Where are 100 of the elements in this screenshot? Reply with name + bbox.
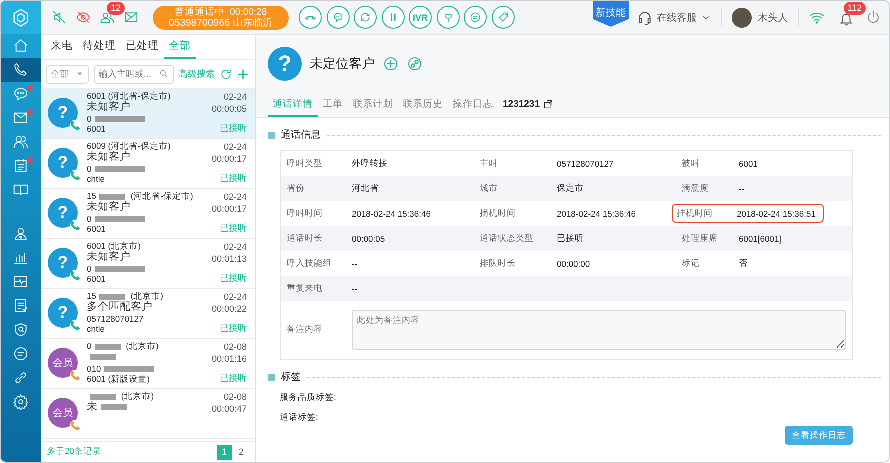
settings-icon xyxy=(13,394,29,410)
call-duration: 00:01:16 xyxy=(212,353,247,365)
field-value: 6001 xyxy=(739,158,759,168)
field-value: -- xyxy=(352,258,359,268)
call-date: 02-24 xyxy=(224,191,247,203)
call-status: 已接听 xyxy=(220,222,247,234)
clipboard-icon xyxy=(13,158,29,174)
call-status: 已接听 xyxy=(220,122,247,134)
detail-tab[interactable]: 1231231 xyxy=(498,93,559,117)
note-field[interactable]: 此处为备注内容 xyxy=(352,310,846,350)
field-value: 00:00:05 xyxy=(352,234,386,244)
tag-label: 通话标签: xyxy=(280,412,318,424)
avatar-circle[interactable] xyxy=(732,8,752,28)
field-value: 2018-02-24 15:36:46 xyxy=(557,208,637,218)
popout-icon xyxy=(542,98,554,110)
caller-id: 15 xyxy=(87,291,96,301)
caller-number: 05398700966 山东临沂 xyxy=(169,18,273,28)
list-tab[interactable]: 待处理 xyxy=(78,35,121,59)
customer-avatar: ? xyxy=(268,47,302,81)
call-record[interactable]: 会员 (北京市) 未 02-08 00:00:47 xyxy=(41,389,255,439)
field-value: 河北省 xyxy=(352,182,380,194)
new-skill-badge[interactable]: 新技能 xyxy=(593,1,629,27)
sidebar-item[interactable] xyxy=(1,58,41,82)
message-icon xyxy=(13,346,29,362)
field-value: 外呼转接 xyxy=(352,158,389,170)
service-status-dropdown[interactable]: 在线客服 xyxy=(637,10,711,26)
caller-region: (河北省-保定市) xyxy=(130,191,194,201)
caller-id: 6009 xyxy=(87,141,106,151)
field-value: 6001[6001] xyxy=(739,234,783,244)
sms-button[interactable] xyxy=(464,6,487,29)
transfer-button[interactable] xyxy=(354,6,377,29)
caller-id: 6001 xyxy=(87,241,106,251)
phone-number: 0 xyxy=(87,164,92,174)
mail-off-icon[interactable] xyxy=(124,10,138,25)
checklist-icon xyxy=(13,298,29,314)
field-value: 057128070127 xyxy=(557,158,615,168)
link-circle-icon[interactable] xyxy=(407,56,423,72)
field-value: 2018-02-24 15:36:51 xyxy=(737,208,817,218)
field-label: 呼叫类型 xyxy=(286,158,324,170)
field-label: 摘机时间 xyxy=(479,208,517,220)
field-label: 被叫 xyxy=(681,158,701,170)
call-duration: 00:00:47 xyxy=(212,403,247,415)
pause-button[interactable] xyxy=(382,6,404,29)
field-value: 已接听 xyxy=(557,232,585,244)
bell-icon[interactable] xyxy=(839,12,854,27)
hangup-button[interactable] xyxy=(299,6,322,29)
logo-icon xyxy=(11,8,31,28)
avatar-circle: ? xyxy=(48,298,78,328)
search-field[interactable]: 输入主叫或... xyxy=(94,64,174,84)
tag-button[interactable] xyxy=(492,6,514,29)
call-status: 已接听 xyxy=(220,372,247,384)
field-value: -- xyxy=(352,284,359,294)
field-label: 处理座席 xyxy=(681,232,719,244)
people-icon[interactable] xyxy=(100,10,114,25)
page-link[interactable]: 2 xyxy=(234,444,249,460)
link-icon xyxy=(13,370,29,386)
section-marker xyxy=(268,132,275,138)
caller-region: (北京市) xyxy=(126,341,159,351)
hidden-icon[interactable] xyxy=(76,10,90,25)
shield-icon xyxy=(13,322,29,338)
add-circle-icon[interactable] xyxy=(383,56,399,72)
power-icon[interactable] xyxy=(866,10,881,25)
caller-id: 15 xyxy=(87,191,96,201)
bar-chart-icon xyxy=(13,250,29,266)
field-label: 省份 xyxy=(286,182,306,194)
field-label: 呼入技能组 xyxy=(286,258,333,270)
call-record[interactable]: ? 6001 (河北省-保定市) 未知客户 0 6001 02-24 00:00:05 已接听 xyxy=(41,89,255,139)
call-record[interactable]: ? 15 (河北省-保定市) 未知客户 0 6001 02-24 00:00:17 已接听 xyxy=(41,189,255,239)
list-tab[interactable]: 已处理 xyxy=(121,35,164,59)
call-record[interactable]: ? 15 (北京市) 多个匹配客户 057128070127 chtle 02-24 00:00:22 已接听 xyxy=(41,289,255,339)
muted-speaker-icon[interactable] xyxy=(52,10,66,25)
field-label: 城市 xyxy=(479,182,499,194)
caret-icon xyxy=(76,70,84,78)
tag-icon xyxy=(496,11,510,24)
agent-id: 6001 (新版设置) xyxy=(87,374,151,384)
customer-name: 未知客户 xyxy=(87,151,131,163)
list-tab[interactable]: 来电 xyxy=(46,35,78,59)
call-duration: 00:00:17 xyxy=(212,153,247,165)
mail-icon xyxy=(13,110,29,126)
field-value: 否 xyxy=(739,258,749,270)
phone-number: 0 xyxy=(87,114,92,124)
field-label: 挂机时间 xyxy=(677,208,714,220)
call-record[interactable]: 会员 0 (北京市) 010 6001 (新版设置) 02-08 00:01:16 已接听 xyxy=(41,339,255,389)
call-date: 02-24 xyxy=(224,291,247,303)
caller-region: (河北省-保定市) xyxy=(108,91,171,101)
caller-region: (河北省-保定市) xyxy=(108,141,171,151)
consult-button[interactable] xyxy=(326,6,350,29)
add-icon[interactable] xyxy=(237,68,250,80)
field-value: 00:00:00 xyxy=(557,258,592,268)
search-icon xyxy=(158,69,169,79)
flower-button[interactable] xyxy=(436,6,460,29)
field-label: 主叫 xyxy=(479,158,499,170)
refresh-icon[interactable] xyxy=(220,68,232,80)
call-record[interactable]: ? 6009 (河北省-保定市) 未知客户 0 chtle 02-24 00:00:17 已接听 xyxy=(41,139,255,189)
caller-region: (北京市) xyxy=(121,391,154,401)
call-record[interactable]: ? 6001 (北京市) 未知客户 0 6001 02-24 00:01:13 已接听 xyxy=(41,239,255,289)
transfer-icon xyxy=(359,11,372,24)
customer-name: 多个匹配客户 xyxy=(87,301,153,313)
agent-id: 6001 xyxy=(87,124,107,134)
phone-number: 0 xyxy=(87,214,92,224)
